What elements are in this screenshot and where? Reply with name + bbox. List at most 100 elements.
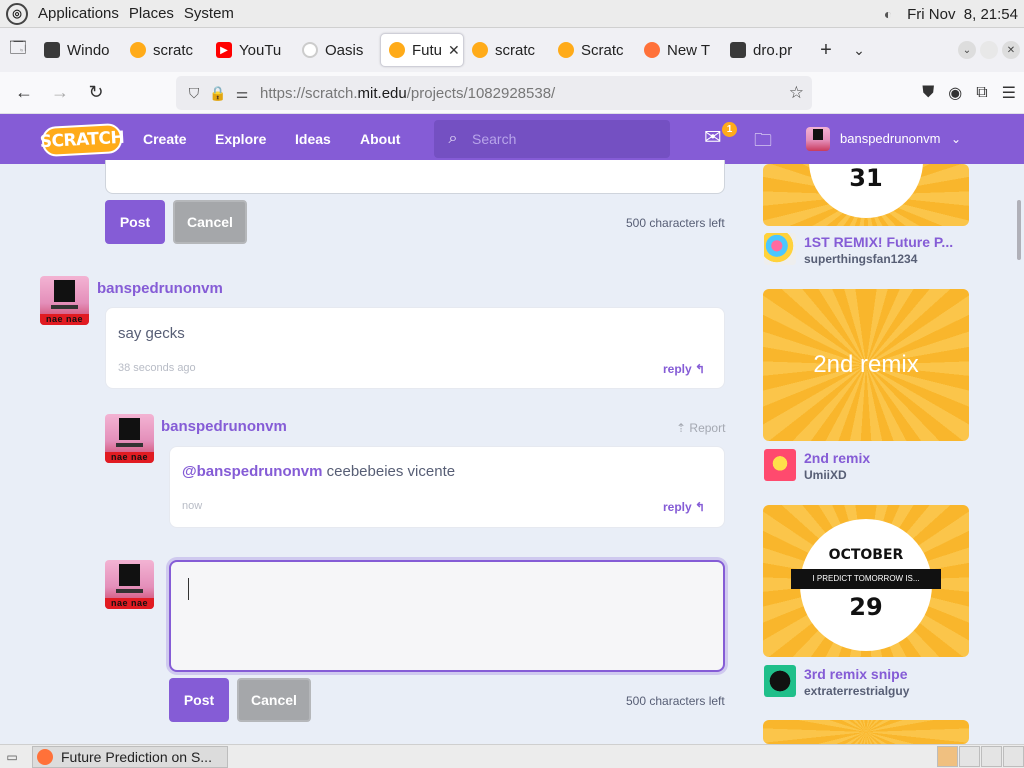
comment-avatar[interactable]: nae nae [40, 276, 89, 325]
chevron-down-icon[interactable]: ⌄ [951, 114, 961, 164]
close-window-icon[interactable]: ✕ [1002, 41, 1020, 59]
scratch-favicon-icon [130, 42, 146, 58]
remix-thumbnail-3[interactable]: OCTOBER I PREDICT TOMORROW IS... 29 [763, 505, 969, 657]
cancel-button[interactable]: Cancel [237, 678, 311, 722]
remix-title-1[interactable]: 1ST REMIX! Future P... [804, 234, 953, 250]
scratch-search: ⌕ [434, 120, 670, 158]
thumb-banner: I PREDICT TOMORROW IS... [791, 569, 941, 589]
comment-input-top[interactable] [105, 160, 725, 194]
tab-label: dro.pr [753, 41, 793, 59]
message-count-badge: 1 [722, 122, 737, 137]
page-scrollbar[interactable] [1017, 200, 1021, 260]
window-favicon-icon [730, 42, 746, 58]
nav-explore[interactable]: Explore [215, 114, 266, 164]
cancel-button-top[interactable]: Cancel [173, 200, 247, 244]
tab-3[interactable]: Oasis [294, 33, 380, 67]
tab-4-active[interactable]: Futu ✕ [380, 33, 464, 67]
volume-icon[interactable]: ◐ [877, 5, 899, 23]
firefox-favicon-icon [644, 42, 660, 58]
remix-title-2[interactable]: 2nd remix [804, 450, 870, 466]
forward-icon[interactable]: → [42, 75, 78, 111]
close-tab-icon[interactable]: ✕ [448, 42, 460, 59]
reply-link-2[interactable]: reply ↰ [663, 500, 705, 514]
nav-ideas[interactable]: Ideas [295, 114, 331, 164]
url-host-main: mit.edu [357, 84, 407, 102]
list-all-tabs-icon[interactable]: ⌄ [844, 42, 874, 59]
reply-link[interactable]: reply ↰ [663, 362, 705, 376]
maximize-window-icon[interactable] [980, 41, 998, 59]
lock-icon[interactable]: 🔒 [206, 85, 230, 102]
remix-user-2[interactable]: UmiiXD [804, 468, 847, 482]
reply-textarea[interactable] [169, 560, 725, 672]
bookmark-star-icon[interactable]: ☆ [789, 83, 804, 103]
remix-author-avatar-3[interactable] [764, 665, 796, 697]
workspace-3[interactable] [981, 746, 1002, 767]
comment-username[interactable]: banspedrunonvm [97, 280, 223, 297]
remix-user-1[interactable]: superthingsfan1234 [804, 252, 917, 266]
show-desktop-icon[interactable]: ▭ [0, 746, 24, 768]
menu-hamburger-icon[interactable]: ☰ [1002, 83, 1016, 103]
workspace-4[interactable] [1003, 746, 1024, 767]
post-button-top[interactable]: Post [105, 200, 165, 244]
avatar-caption: nae nae [105, 598, 154, 609]
pocket-icon[interactable]: ⛊ [922, 84, 934, 102]
new-tab-button[interactable]: + [808, 39, 844, 62]
mention-link[interactable]: @banspedrunonvm [182, 463, 322, 480]
header-username[interactable]: banspedrunonvm [840, 114, 940, 164]
address-bar[interactable]: ⛉ 🔒 ⚌ https://scratch.mit.edu/projects/1… [176, 76, 812, 110]
reply-form-avatar: nae nae [105, 560, 154, 609]
remix-author-avatar-1[interactable] [764, 233, 796, 265]
tab-7[interactable]: New T [636, 33, 722, 67]
scratch-favicon-icon [389, 42, 405, 58]
taskbar-window-button[interactable]: Future Prediction on S... [32, 745, 228, 768]
workspace-1[interactable] [937, 746, 958, 767]
account-icon[interactable]: ◉ [948, 83, 962, 103]
tab-6[interactable]: Scratc [550, 33, 636, 67]
nav-create[interactable]: Create [143, 114, 187, 164]
remix-user-3[interactable]: extraterrestrialguy [804, 684, 909, 698]
report-link[interactable]: ⇡ Report [676, 421, 725, 435]
thumb-number: 31 [849, 164, 883, 192]
reply-username[interactable]: banspedrunonvm [161, 418, 287, 435]
reply-avatar[interactable]: nae nae [105, 414, 154, 463]
permissions-icon[interactable]: ⚌ [230, 85, 254, 102]
tab-label: YouTu [239, 41, 282, 59]
header-avatar[interactable] [806, 127, 830, 151]
thumb-caption: 2nd remix [813, 351, 919, 378]
reply-arrow-icon: ↰ [695, 500, 706, 514]
tab-2[interactable]: ▶ YouTu [208, 33, 294, 67]
remix-title-3[interactable]: 3rd remix snipe [804, 666, 908, 682]
tab-overview-icon[interactable]: 🗔 [0, 28, 36, 72]
remix-author-avatar-2[interactable] [764, 449, 796, 481]
scratch-logo[interactable]: SCRATCH [39, 122, 125, 158]
flag-icon: ⇡ [676, 421, 687, 435]
reply-body: ceebebeies vicente [322, 463, 456, 480]
reload-icon[interactable]: ↻ [78, 75, 114, 111]
workspace-2[interactable] [959, 746, 980, 767]
tracking-shield-icon[interactable]: ⛉ [182, 85, 206, 102]
system-menu[interactable]: System [184, 5, 234, 22]
post-button[interactable]: Post [169, 678, 229, 722]
characters-left-top: 500 characters left [626, 216, 725, 230]
url-text[interactable]: https://scratch.mit.edu/projects/1082928… [260, 85, 555, 102]
tab-0[interactable]: Windo [36, 33, 122, 67]
reply-arrow-icon: ↰ [695, 362, 706, 376]
reply-time: now [182, 500, 203, 512]
tab-8[interactable]: dro.pr [722, 33, 808, 67]
tab-label: scratc [153, 41, 194, 59]
search-input[interactable] [472, 131, 652, 147]
back-icon[interactable]: ← [6, 75, 42, 111]
remix-thumbnail-2[interactable]: 2nd remix [763, 289, 969, 441]
places-menu[interactable]: Places [129, 5, 174, 22]
minimize-window-icon[interactable]: ⌄ [958, 41, 976, 59]
applications-menu[interactable]: Applications [38, 5, 119, 22]
tab-5[interactable]: scratc [464, 33, 550, 67]
distro-logo-icon[interactable]: ◎ [6, 2, 28, 25]
tab-1[interactable]: scratc [122, 33, 208, 67]
nav-about[interactable]: About [360, 114, 400, 164]
remix-thumbnail-1[interactable]: 31 [763, 164, 969, 226]
remix-thumbnail-4[interactable] [763, 720, 969, 744]
extensions-icon[interactable]: ⧉ [976, 84, 987, 102]
clock[interactable]: Fri Nov 8, 21:54 [907, 6, 1018, 23]
my-stuff-folder-icon[interactable]: 🗀 [754, 128, 778, 150]
